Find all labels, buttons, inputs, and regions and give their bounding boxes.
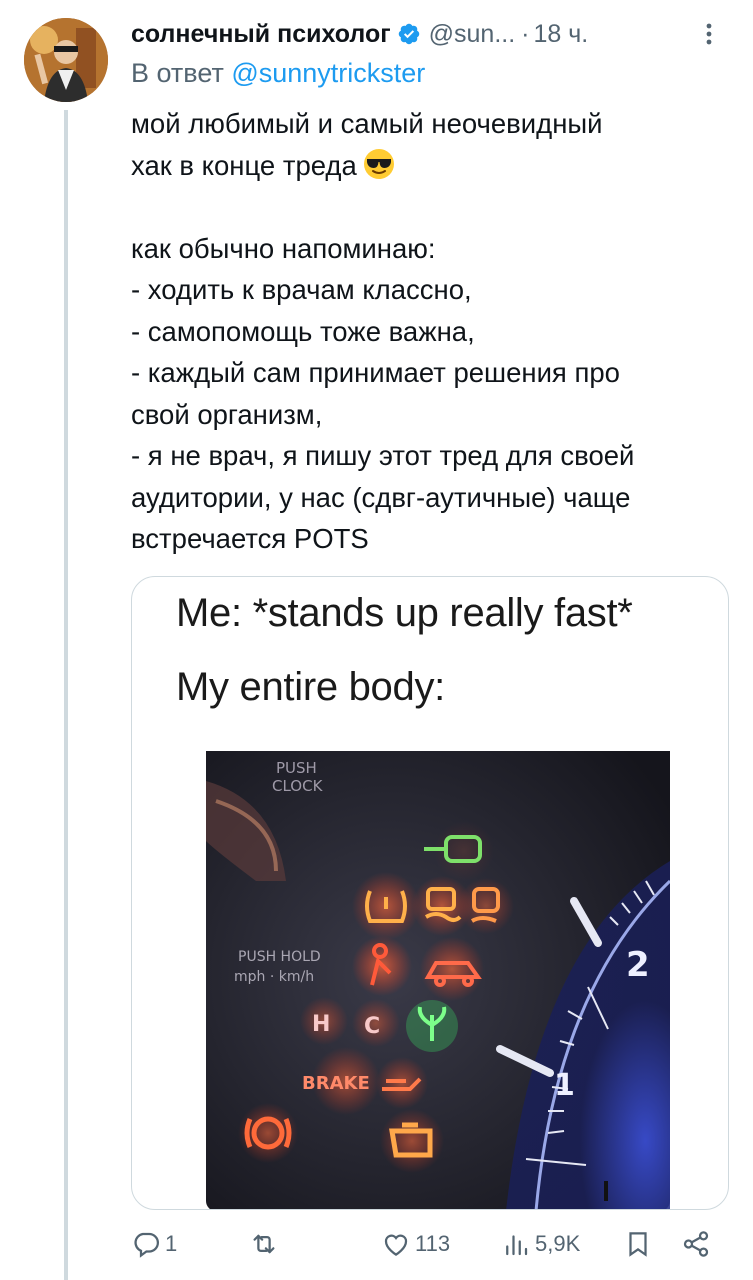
- views-button[interactable]: 5,9K: [501, 1222, 580, 1266]
- reply-context: В ответ @sunnytrickster: [131, 58, 425, 89]
- like-count: 113: [415, 1231, 451, 1256]
- dash-label-push-hold: PUSH HOLD: [238, 949, 321, 965]
- tweet-text-line: - я не врач, я пишу этот тред для своей: [131, 440, 635, 471]
- tweet-text-line: как обычно напоминаю:: [131, 232, 436, 264]
- reply-mention-link[interactable]: @sunnytrickster: [231, 58, 425, 88]
- tweet-text-line: встречается POTS: [131, 523, 369, 554]
- tweet-text-line: мой любимый и самый неочевидный: [131, 108, 603, 139]
- media-attachment[interactable]: Me: *stands up really fast* My entire bo…: [131, 576, 729, 1210]
- tweet-text: мой любимый и самый неочевидный хак в ко…: [131, 103, 721, 560]
- share-icon: [683, 1231, 709, 1257]
- dash-label-push: PUSH: [276, 759, 317, 777]
- bookmark-icon: [629, 1232, 647, 1257]
- verified-badge-icon: [398, 23, 419, 45]
- coolant-icon: C: [364, 1014, 380, 1039]
- tweet-text-line: - ходить к врачам классно,: [131, 274, 472, 305]
- tweet-text-line: - каждый сам принимает решения про: [131, 357, 620, 388]
- hill-descent-icon: H: [312, 1012, 330, 1037]
- dash-label-units: mph · km/h: [234, 969, 314, 985]
- tweet-text-line: хак в конце треда: [131, 145, 721, 187]
- views-count: 5,9K: [535, 1231, 581, 1256]
- dash-label-brake: BRAKE: [302, 1073, 370, 1094]
- tweet-actions-bar: 1 113 5,9K: [131, 1222, 731, 1266]
- avatar[interactable]: [24, 18, 108, 102]
- like-button[interactable]: 113: [381, 1222, 450, 1266]
- bookmark-button[interactable]: [623, 1222, 653, 1266]
- tweet-text-line: аудитории, у нас (сдвг-аутичные) чаще: [131, 481, 631, 513]
- tweet-header: солнечный психолог @sun... · 18 ч.: [131, 12, 731, 56]
- dashboard-photo: PUSH CLOCK PUSH HOLD mph · km/h H C BRAK…: [206, 741, 670, 1209]
- repost-button[interactable]: [249, 1222, 283, 1266]
- gauge-number-1: 1: [554, 1068, 575, 1103]
- author-display-name[interactable]: солнечный психолог: [131, 20, 391, 49]
- dash-label-clock: CLOCK: [272, 777, 324, 795]
- sunglasses-emoji-icon: [363, 148, 394, 179]
- tweet-text-line: - самопомощь тоже важна,: [131, 315, 475, 347]
- more-options-icon[interactable]: [691, 16, 727, 52]
- author-handle[interactable]: @sun...: [429, 20, 516, 49]
- share-button[interactable]: [681, 1222, 711, 1266]
- meme-caption-top: Me: *stands up really fast*: [176, 591, 633, 635]
- avatar-image: [24, 18, 108, 102]
- reply-icon: [134, 1232, 159, 1258]
- thread-connector-line: [64, 110, 68, 1280]
- repost-icon: [253, 1234, 275, 1254]
- views-chart-icon: [506, 1235, 528, 1256]
- reply-prefix: В ответ: [131, 58, 224, 88]
- heart-icon: [384, 1234, 408, 1256]
- separator-dot: ·: [521, 19, 530, 48]
- timestamp[interactable]: 18 ч.: [534, 20, 589, 49]
- reply-count: 1: [165, 1231, 178, 1256]
- meme-caption-bottom: My entire body:: [176, 665, 445, 709]
- gauge-number-2: 2: [626, 945, 650, 985]
- tweet-text-line: свой организм,: [131, 398, 323, 430]
- reply-button[interactable]: 1: [131, 1222, 177, 1266]
